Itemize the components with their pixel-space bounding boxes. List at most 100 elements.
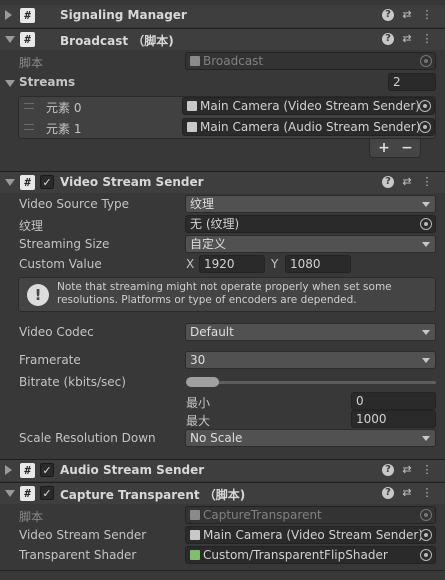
preset-icon[interactable]: ⇄ [400, 486, 414, 500]
list-add-remove-bar: + − [369, 139, 421, 158]
object-picker-icon[interactable] [420, 218, 432, 230]
script-icon: # [20, 463, 35, 478]
chevron-down-icon [422, 436, 430, 441]
component-title: Broadcast （脚本) [60, 34, 174, 48]
component-header-video-stream-sender[interactable]: # ✓ Video Stream Sender ? ⇄ ⋮ [0, 171, 445, 193]
streams-label[interactable]: Streams [19, 75, 75, 89]
scale-resolution-label: Scale Resolution Down [19, 431, 156, 445]
bitrate-slider-thumb[interactable] [186, 377, 219, 387]
component-header-audio-stream-sender[interactable]: # ✓ Audio Stream Sender ? ⇄ ⋮ [0, 459, 445, 481]
script-label: 脚本 [19, 56, 44, 70]
component-title: Video Stream Sender [60, 175, 204, 189]
script-field: Broadcast [185, 52, 436, 70]
custom-y-input[interactable]: 1080 [285, 255, 351, 273]
help-icon[interactable]: ? [382, 176, 394, 188]
foldout-arrow-icon[interactable] [5, 36, 15, 43]
foldout-arrow-icon[interactable] [5, 465, 12, 475]
chevron-down-icon [422, 358, 430, 363]
video-stream-sender-label: Video Stream Sender [19, 528, 147, 542]
script-file-icon [190, 56, 200, 66]
component-header-signaling-manager[interactable]: # Signaling Manager ? ⇄ ⋮ [0, 5, 445, 27]
list-element-field[interactable]: Main Camera (Video Stream Sender) [182, 97, 435, 115]
video-codec-label: Video Codec [19, 325, 94, 339]
framerate-dropdown[interactable]: 30 [185, 351, 436, 369]
streams-foldout-arrow-icon[interactable] [5, 80, 15, 87]
more-icon[interactable]: ⋮ [420, 32, 434, 46]
add-element-button[interactable]: + [374, 139, 394, 157]
preset-icon[interactable]: ⇄ [400, 175, 414, 189]
preset-icon[interactable]: ⇄ [400, 8, 414, 22]
remove-element-button[interactable]: − [397, 139, 417, 157]
preset-icon[interactable]: ⇄ [400, 32, 414, 46]
custom-x-input[interactable]: 1920 [199, 255, 265, 273]
bitrate-label: Bitrate (kbits/sec) [19, 375, 126, 389]
object-picker-icon [420, 509, 432, 521]
custom-x-label[interactable]: X [186, 257, 194, 271]
video-source-type-dropdown[interactable]: 纹理 [185, 195, 436, 213]
bitrate-min-label: 最小 [186, 396, 211, 410]
help-icon[interactable]: ? [382, 487, 394, 499]
foldout-arrow-icon[interactable] [5, 179, 15, 186]
list-element-field[interactable]: Main Camera (Audio Stream Sender) [182, 118, 435, 136]
script-icon: # [20, 486, 35, 501]
script-icon: # [20, 175, 35, 190]
more-icon[interactable]: ⋮ [420, 486, 434, 500]
custom-value-label: Custom Value [19, 257, 102, 271]
script-field: CaptureTransparent [185, 506, 436, 524]
component-header-broadcast[interactable]: # Broadcast （脚本) ? ⇄ ⋮ [0, 28, 445, 50]
enabled-checkbox[interactable]: ✓ [40, 463, 54, 477]
foldout-arrow-icon[interactable] [5, 490, 15, 497]
camera-object-icon [187, 101, 197, 111]
shader-icon [190, 550, 200, 560]
video-source-type-label: Video Source Type [19, 197, 130, 211]
list-element-label: 元素 0 [46, 101, 82, 115]
warning-icon: ! [27, 284, 49, 306]
help-icon[interactable]: ? [382, 464, 394, 476]
custom-y-label[interactable]: Y [271, 257, 278, 271]
bitrate-max-label: 最大 [186, 414, 211, 428]
camera-object-icon [187, 122, 197, 132]
enabled-checkbox[interactable]: ✓ [40, 486, 54, 500]
video-codec-dropdown[interactable]: Default [185, 323, 436, 341]
object-picker-icon[interactable] [420, 529, 432, 541]
foldout-arrow-icon[interactable] [5, 10, 12, 20]
object-picker-icon[interactable] [420, 549, 432, 561]
framerate-label: Framerate [19, 353, 81, 367]
video-stream-sender-field[interactable]: Main Camera (Video Stream Sender) [185, 526, 436, 544]
more-icon[interactable]: ⋮ [420, 463, 434, 477]
object-picker-icon [420, 55, 432, 67]
chevron-down-icon [422, 330, 430, 335]
bitrate-slider-track[interactable] [186, 381, 436, 384]
help-icon[interactable]: ? [382, 33, 394, 45]
drag-handle-icon[interactable] [24, 124, 34, 130]
preset-icon[interactable]: ⇄ [400, 463, 414, 477]
chevron-down-icon [422, 242, 430, 247]
transparent-shader-label: Transparent Shader [19, 548, 137, 562]
transparent-shader-field[interactable]: Custom/TransparentFlipShader [185, 546, 436, 564]
streams-count-input[interactable]: 2 [388, 73, 436, 91]
list-element-label: 元素 1 [46, 122, 82, 136]
script-icon: # [20, 8, 35, 23]
component-header-capture-transparent[interactable]: # ✓ Capture Transparent （脚本) ? ⇄ ⋮ [0, 482, 445, 504]
texture-label: 纹理 [19, 219, 44, 233]
component-title: Audio Stream Sender [60, 463, 205, 477]
warning-text: Note that streaming might not operate pr… [57, 281, 392, 306]
script-icon: # [20, 32, 35, 47]
drag-handle-icon[interactable] [24, 103, 34, 109]
help-icon[interactable]: ? [382, 9, 394, 21]
more-icon[interactable]: ⋮ [420, 8, 434, 22]
more-icon[interactable]: ⋮ [420, 175, 434, 189]
bitrate-min-input[interactable]: 0 [351, 392, 436, 410]
object-picker-icon[interactable] [419, 100, 431, 112]
bitrate-max-input[interactable]: 1000 [351, 410, 436, 428]
enabled-checkbox[interactable]: ✓ [40, 175, 54, 189]
resolution-warning-box: ! Note that streaming might not operate … [18, 277, 436, 312]
texture-field[interactable]: 无 (纹理) [185, 215, 436, 233]
streaming-size-dropdown[interactable]: 自定义 [185, 235, 436, 253]
scale-resolution-dropdown[interactable]: No Scale [185, 429, 436, 447]
object-picker-icon[interactable] [419, 121, 431, 133]
component-title: Signaling Manager [60, 8, 187, 22]
script-file-icon [190, 510, 200, 520]
chevron-down-icon [422, 202, 430, 207]
script-label: 脚本 [19, 510, 44, 524]
